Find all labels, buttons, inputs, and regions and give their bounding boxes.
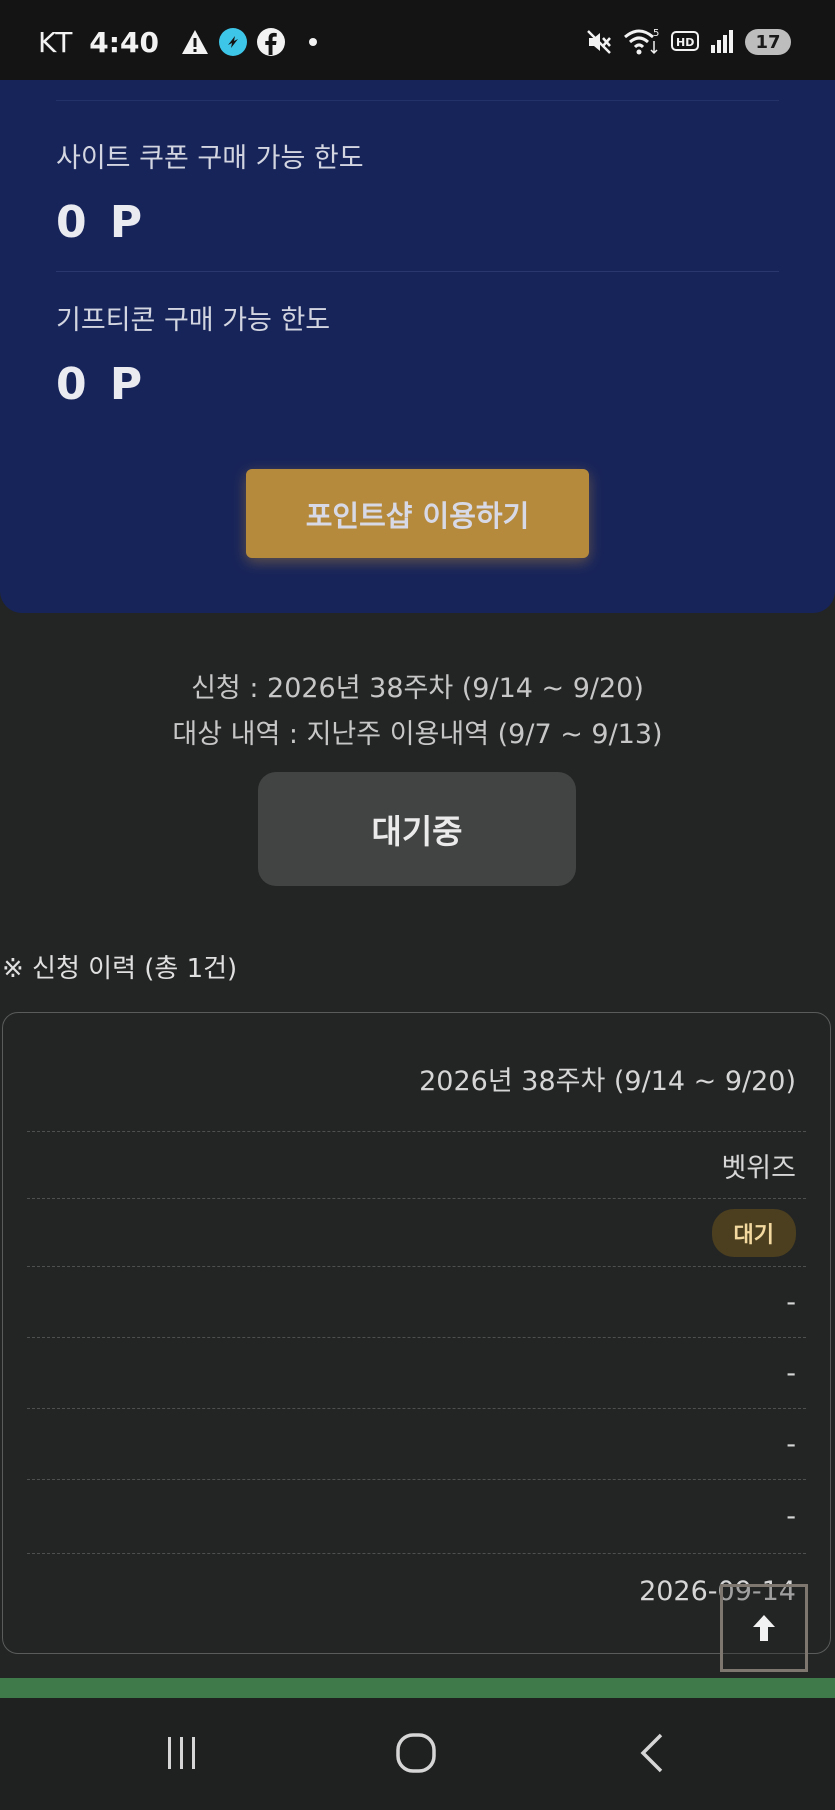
history-status: 대기 [27, 1199, 806, 1267]
history-title: ※ 신청 이력 (총 1건) [2, 954, 238, 984]
waiting-status-button[interactable]: 대기중 [258, 772, 576, 886]
scroll-to-top-button[interactable] [720, 1584, 808, 1672]
history-site: 벳위즈 [27, 1132, 806, 1199]
history-date: 2026-09-14 [27, 1554, 806, 1628]
site-coupon-limit: 사이트 쿠폰 구매 가능 한도 0 P [56, 136, 779, 248]
home-icon[interactable] [386, 1728, 446, 1778]
history-field-6: - [27, 1409, 806, 1480]
battery-icon: 17 [745, 29, 791, 55]
mute-icon [585, 28, 613, 56]
history-field-4-text: - [786, 1286, 796, 1318]
history-field-7: - [27, 1480, 806, 1554]
site-coupon-value: 0 P [56, 197, 147, 248]
history-field-7-text: - [786, 1501, 796, 1532]
green-bar [0, 1678, 835, 1698]
clock: 4:40 [89, 25, 159, 59]
recent-apps-icon[interactable] [152, 1728, 212, 1778]
status-right: 5 HD 17 [585, 24, 791, 60]
point-shop-button[interactable]: 포인트샵 이용하기 [246, 469, 589, 558]
history-card: 2026년 38주차 (9/14 ~ 9/20) 벳위즈 대기 - - - - … [2, 1012, 831, 1654]
warning-icon [181, 29, 209, 55]
gifticon-label: 기프티콘 구매 가능 한도 [56, 305, 331, 336]
apply-period: 신청 : 2026년 38주차 (9/14 ~ 9/20) [191, 673, 644, 704]
wifi-icon: 5 [623, 27, 661, 57]
row-divider [56, 271, 779, 272]
status-bar: KT 4:40 5 HD 17 [0, 0, 835, 80]
history-week-text: 2026년 38주차 (9/14 ~ 9/20) [419, 1065, 796, 1097]
history-week: 2026년 38주차 (9/14 ~ 9/20) [27, 1025, 806, 1132]
history-field-5: - [27, 1338, 806, 1409]
status-badge: 대기 [711, 1208, 796, 1257]
history-field-4: - [27, 1267, 806, 1338]
back-icon[interactable] [622, 1728, 682, 1778]
gifticon-limit: 기프티콘 구매 가능 한도 0 P [56, 298, 779, 410]
history-field-6-text: - [786, 1428, 796, 1460]
card-divider [56, 100, 779, 101]
status-left: KT 4:40 [38, 22, 317, 62]
navigation-bar [0, 1698, 835, 1810]
svg-text:HD: HD [676, 36, 694, 49]
svg-text:5: 5 [653, 28, 659, 39]
arrow-up-icon [753, 1615, 775, 1641]
app-icon [218, 28, 247, 56]
history-field-5-text: - [786, 1357, 796, 1389]
site-coupon-label: 사이트 쿠폰 구매 가능 한도 [56, 143, 364, 174]
apply-target: 대상 내역 : 지난주 이용내역 (9/7 ~ 9/13) [172, 719, 663, 750]
dot-icon [308, 38, 317, 46]
points-card: 사이트 쿠폰 구매 가능 한도 0 P 기프티콘 구매 가능 한도 0 P 포인… [0, 80, 835, 613]
hd-icon: HD [671, 31, 699, 53]
gifticon-value: 0 P [56, 359, 147, 410]
facebook-icon [256, 28, 285, 56]
signal-icon [709, 29, 735, 55]
history-site-text: 벳위즈 [721, 1152, 796, 1184]
carrier-label: KT [38, 25, 74, 59]
